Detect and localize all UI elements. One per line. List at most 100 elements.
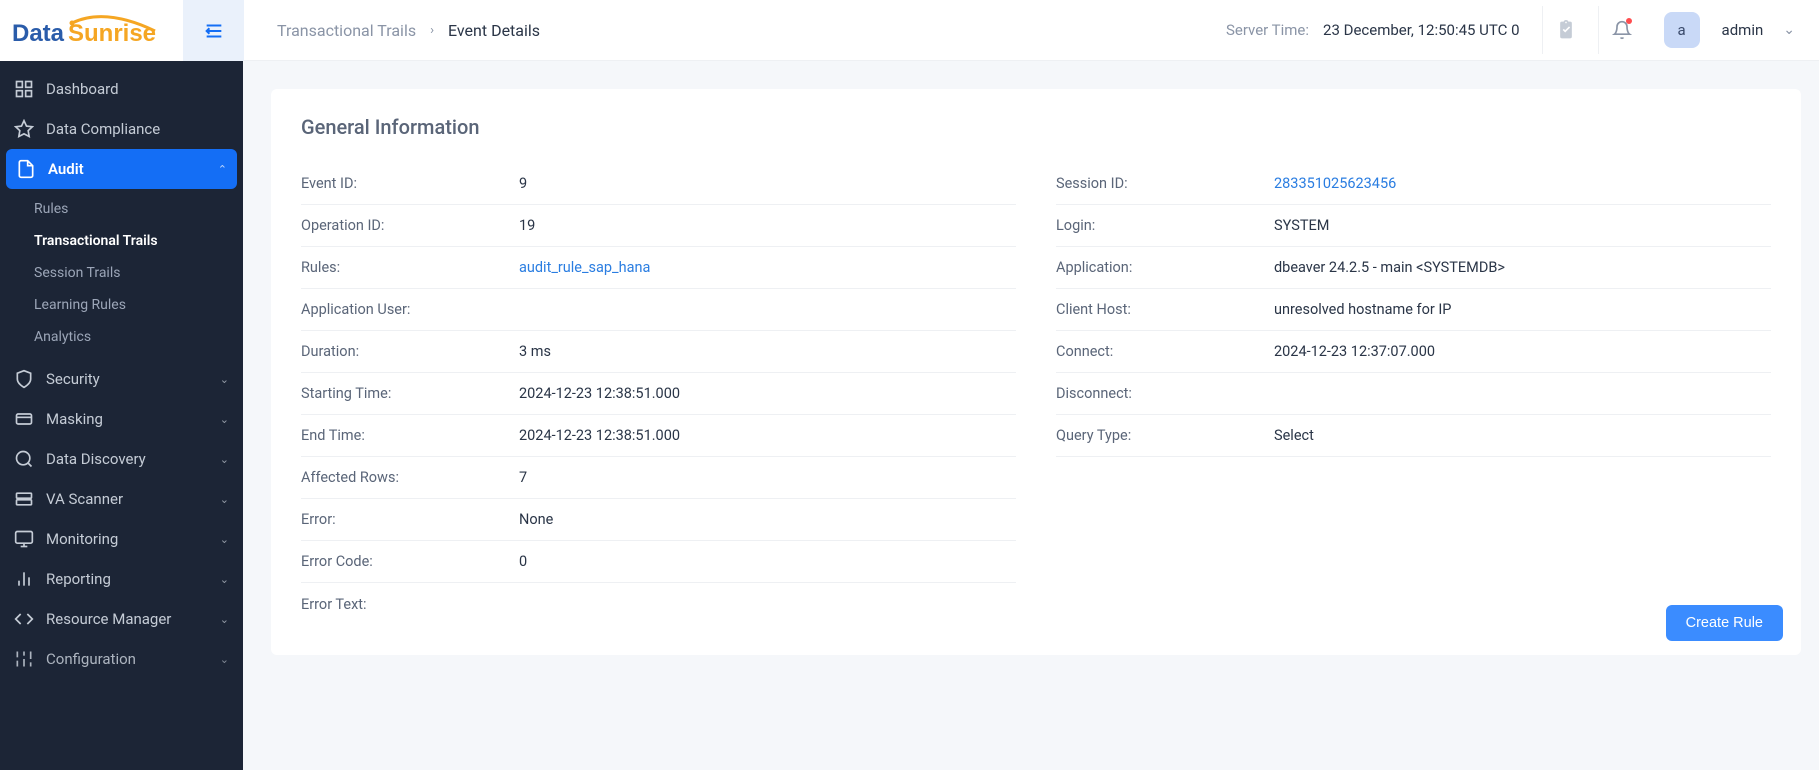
info-value: Select — [1274, 427, 1314, 444]
info-row: Operation ID:19 — [301, 205, 1016, 247]
info-label: End Time: — [301, 427, 519, 444]
sidebar-item-configuration[interactable]: Configuration ⌄ — [0, 639, 243, 679]
topbar-right: Server Time: 23 December, 12:50:45 UTC 0… — [1226, 6, 1795, 54]
info-value: 0 — [519, 553, 527, 570]
info-row: Application User: — [301, 289, 1016, 331]
info-value: 2024-12-23 12:38:51.000 — [519, 385, 680, 402]
svg-text:Sunrise: Sunrise — [68, 20, 156, 47]
sidebar-item-security[interactable]: Security ⌄ — [0, 359, 243, 399]
sidebar-item-label: Data Discovery — [46, 450, 146, 468]
search-icon — [14, 449, 34, 469]
info-label: Rules: — [301, 259, 519, 276]
username: admin — [1722, 21, 1764, 39]
info-label: Affected Rows: — [301, 469, 519, 486]
breadcrumb: Transactional Trails › Event Details — [277, 21, 540, 40]
chevron-down-icon: ⌄ — [220, 653, 229, 666]
notifications-button[interactable] — [1598, 6, 1646, 54]
mask-icon — [14, 409, 34, 429]
info-row: Session ID:283351025623456 — [1056, 163, 1771, 205]
info-label: Disconnect: — [1056, 385, 1274, 402]
general-info-card: General Information Event ID:9Operation … — [271, 89, 1801, 655]
svg-text:Data: Data — [12, 20, 65, 47]
code-icon — [14, 609, 34, 629]
user-menu-caret[interactable]: ⌄ — [1783, 22, 1795, 38]
chevron-down-icon: ⌄ — [220, 533, 229, 546]
sidebar-sub-transactional-trails[interactable]: Transactional Trails — [0, 225, 243, 257]
info-value-link[interactable]: audit_rule_sap_hana — [519, 259, 650, 276]
breadcrumb-separator-icon: › — [430, 23, 434, 38]
shield-icon — [14, 369, 34, 389]
sidebar-sub-analytics[interactable]: Analytics — [0, 321, 243, 353]
tasks-button[interactable] — [1542, 6, 1590, 54]
avatar[interactable]: a — [1664, 12, 1700, 48]
sidebar-item-data-compliance[interactable]: Data Compliance — [0, 109, 243, 149]
info-value: 19 — [519, 217, 535, 234]
info-label: Session ID: — [1056, 175, 1274, 192]
info-value: 7 — [519, 469, 527, 486]
chevron-down-icon: ⌄ — [220, 413, 229, 426]
section-title: General Information — [301, 115, 1771, 139]
sidebar-sub-rules[interactable]: Rules — [0, 193, 243, 225]
chevron-down-icon: ⌄ — [220, 493, 229, 506]
clipboard-icon — [1556, 20, 1576, 40]
info-label: Operation ID: — [301, 217, 519, 234]
sidebar-item-label: Masking — [46, 410, 103, 428]
chevron-down-icon: ⌄ — [220, 573, 229, 586]
sidebar-item-monitoring[interactable]: Monitoring ⌄ — [0, 519, 243, 559]
sidebar-item-label: Security — [46, 370, 100, 388]
info-row: Error Text: — [301, 583, 1016, 625]
breadcrumb-parent[interactable]: Transactional Trails — [277, 21, 416, 40]
info-row: End Time:2024-12-23 12:38:51.000 — [301, 415, 1016, 457]
sidebar-item-label: Resource Manager — [46, 610, 171, 628]
sidebar: Data Sunrise Dashboard Data Compliance A… — [0, 0, 243, 770]
info-row: Duration:3 ms — [301, 331, 1016, 373]
info-row: Disconnect: — [1056, 373, 1771, 415]
info-value: None — [519, 511, 553, 528]
info-label: Client Host: — [1056, 301, 1274, 318]
sidebar-collapse-button[interactable] — [183, 0, 244, 61]
info-row: Starting Time:2024-12-23 12:38:51.000 — [301, 373, 1016, 415]
sidebar-sub-learning-rules[interactable]: Learning Rules — [0, 289, 243, 321]
sidebar-item-resource-manager[interactable]: Resource Manager ⌄ — [0, 599, 243, 639]
info-value: unresolved hostname for IP — [1274, 301, 1451, 318]
logo[interactable]: Data Sunrise — [10, 13, 170, 49]
sidebar-item-dashboard[interactable]: Dashboard — [0, 69, 243, 109]
monitor-icon — [14, 529, 34, 549]
info-row: Event ID:9 — [301, 163, 1016, 205]
create-rule-button[interactable]: Create Rule — [1666, 605, 1783, 641]
info-grid: Event ID:9Operation ID:19Rules:audit_rul… — [301, 163, 1771, 625]
chevron-down-icon: ⌄ — [220, 373, 229, 386]
info-label: Duration: — [301, 343, 519, 360]
star-icon — [14, 119, 34, 139]
grid-icon — [14, 79, 34, 99]
info-row: Error:None — [301, 499, 1016, 541]
sidebar-item-reporting[interactable]: Reporting ⌄ — [0, 559, 243, 599]
sidebar-item-data-discovery[interactable]: Data Discovery ⌄ — [0, 439, 243, 479]
info-value: 3 ms — [519, 343, 551, 360]
sidebar-item-va-scanner[interactable]: VA Scanner ⌄ — [0, 479, 243, 519]
info-label: Application User: — [301, 301, 519, 318]
breadcrumb-current: Event Details — [448, 21, 540, 40]
info-col-left: Event ID:9Operation ID:19Rules:audit_rul… — [301, 163, 1016, 625]
file-icon — [16, 159, 36, 179]
sidebar-sub-session-trails[interactable]: Session Trails — [0, 257, 243, 289]
info-row: Error Code:0 — [301, 541, 1016, 583]
sidebar-item-audit[interactable]: Audit ⌃ — [6, 149, 237, 189]
info-row: Query Type:Select — [1056, 415, 1771, 457]
info-value: dbeaver 24.2.5 - main <SYSTEMDB> — [1274, 259, 1505, 276]
sidebar-item-masking[interactable]: Masking ⌄ — [0, 399, 243, 439]
info-label: Application: — [1056, 259, 1274, 276]
chevron-down-icon: ⌄ — [220, 453, 229, 466]
notification-dot — [1626, 18, 1632, 24]
chart-icon — [14, 569, 34, 589]
sidebar-item-label: Dashboard — [46, 80, 119, 98]
settings-icon — [14, 649, 34, 669]
server-time-value: 23 December, 12:50:45 UTC 0 — [1323, 21, 1520, 39]
info-value-link[interactable]: 283351025623456 — [1274, 175, 1396, 192]
info-label: Error Code: — [301, 553, 519, 570]
info-value: 9 — [519, 175, 527, 192]
info-label: Event ID: — [301, 175, 519, 192]
nav: Dashboard Data Compliance Audit ⌃ Rules … — [0, 61, 243, 770]
info-row: Client Host:unresolved hostname for IP — [1056, 289, 1771, 331]
scanner-icon — [14, 489, 34, 509]
